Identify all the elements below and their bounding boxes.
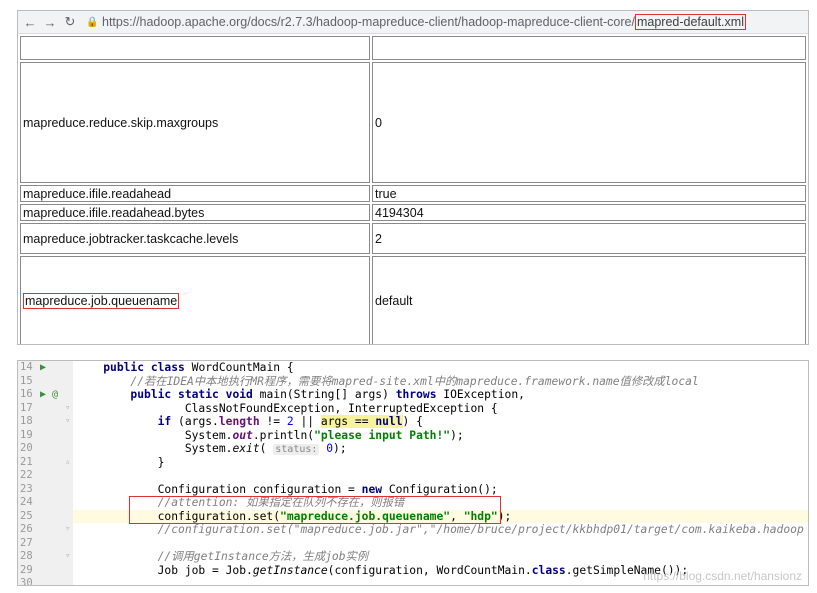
url-file-highlight: mapred-default.xml xyxy=(634,14,746,30)
run-icon[interactable]: ▶ @ xyxy=(40,388,58,402)
fold-icon[interactable]: ▵ xyxy=(65,456,70,470)
table-row: mapreduce.ifile.readahead true xyxy=(20,185,806,202)
code-line: 18 ▿ if (args.length != 2 || args == null… xyxy=(18,415,423,429)
table-row: mapreduce.reduce.skip.maxgroups 0 xyxy=(20,62,806,183)
property-value-cell: true xyxy=(372,185,806,202)
property-value-cell xyxy=(372,36,806,60)
property-name-cell: mapreduce.reduce.skip.maxgroups xyxy=(20,62,370,183)
code-line: 22 xyxy=(18,469,808,483)
code-line: 20 System.exit( status: 0); xyxy=(18,442,347,456)
table-row: mapreduce.ifile.readahead.bytes 4194304 xyxy=(20,204,806,221)
property-value-cell: 4194304 xyxy=(372,204,806,221)
run-icon[interactable]: ▶ xyxy=(40,361,46,375)
code-line: 17 ▿ ClassNotFoundException, InterruptedE… xyxy=(18,401,498,416)
property-name-cell: mapreduce.job.queuename xyxy=(20,256,370,344)
property-value-cell: default xyxy=(372,256,806,344)
back-arrow-icon[interactable]: ← xyxy=(22,15,38,30)
browser-window: ← → ↻ 🔒 https://hadoop.apache.org/docs/r… xyxy=(17,10,809,345)
config-table: mapreduce.reduce.skip.maxgroups 0 mapred… xyxy=(18,34,808,344)
watermark: https://blog.csdn.net/hansionz xyxy=(643,569,802,583)
code-line: 19 System.out.println("please input Path… xyxy=(18,428,464,442)
code-editor[interactable]: 14 ▶ public class WordCountMain { 15 //若在… xyxy=(17,360,809,586)
code-line: 26 ▿ //configuration.set("mapreduce.job.j… xyxy=(18,523,804,537)
code-line: 21 ▵ } xyxy=(18,455,165,470)
highlight-box xyxy=(129,496,501,524)
fold-icon[interactable]: ▿ xyxy=(65,550,70,564)
url-path: https://hadoop.apache.org/docs/r2.7.3/ha… xyxy=(102,15,635,29)
fold-icon[interactable]: ▿ xyxy=(65,415,70,429)
fold-icon[interactable]: ▿ xyxy=(65,523,70,537)
code-line: 28 ▿ //调用getInstance方法，生成job实例 xyxy=(18,550,369,564)
table-row xyxy=(20,36,806,60)
code-line: 23 Configuration configuration = new Con… xyxy=(18,482,498,496)
property-value-cell: 2 xyxy=(372,223,806,254)
code-line: 15 //若在IDEA中本地执行MR程序，需要将mapred-site.xml中… xyxy=(18,374,699,388)
address-bar[interactable]: ← → ↻ 🔒 https://hadoop.apache.org/docs/r… xyxy=(18,11,808,34)
code-line: 16 ▶ @ public static void main(String[] a… xyxy=(18,388,525,402)
code-line: 27 xyxy=(18,536,808,550)
property-name-cell: mapreduce.jobtracker.taskcache.levels xyxy=(20,223,370,254)
url-text[interactable]: https://hadoop.apache.org/docs/r2.7.3/ha… xyxy=(102,14,746,30)
reload-icon[interactable]: ↻ xyxy=(62,14,78,30)
table-row: mapreduce.jobtracker.taskcache.levels 2 xyxy=(20,223,806,254)
table-row: mapreduce.job.queuename default xyxy=(20,256,806,344)
queuename-highlight: mapreduce.job.queuename xyxy=(23,293,180,309)
lock-icon: 🔒 xyxy=(86,16,99,28)
property-value-cell: 0 xyxy=(372,62,806,183)
property-name-cell: mapreduce.ifile.readahead xyxy=(20,185,370,202)
fold-icon[interactable]: ▿ xyxy=(65,402,70,416)
code-line: 14 ▶ public class WordCountMain { xyxy=(18,361,294,375)
property-name-cell: mapreduce.ifile.readahead.bytes xyxy=(20,204,370,221)
forward-arrow-icon[interactable]: → xyxy=(42,15,58,30)
property-name-cell xyxy=(20,36,370,60)
